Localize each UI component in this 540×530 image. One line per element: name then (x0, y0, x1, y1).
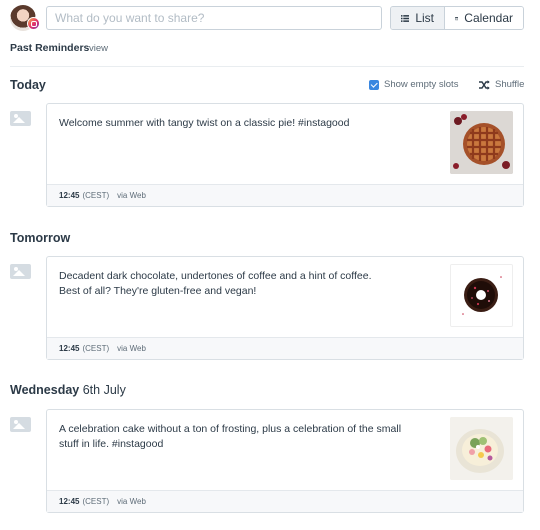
past-reminders-label: Past Reminders (10, 42, 90, 54)
post-text-line: Decadent dark chocolate, undertones of c… (59, 270, 372, 282)
past-reminders-view-link[interactable]: view (89, 43, 108, 54)
image-placeholder-icon (10, 111, 31, 126)
post-card[interactable]: Welcome summer with tangy twist on a cla… (46, 103, 524, 207)
celebration-cake-photo[interactable] (450, 417, 513, 480)
image-placeholder-icon (10, 264, 31, 279)
celebration-cake-image (450, 417, 513, 480)
post-card[interactable]: Decadent dark chocolate, undertones of c… (46, 256, 524, 360)
calendar-view-label: Calendar (464, 11, 513, 25)
post-time: 12:45 (59, 497, 80, 506)
post-timezone: (CEST) (82, 191, 110, 200)
post-time: 12:45 (59, 344, 80, 353)
post-text: Decadent dark chocolate, undertones of c… (59, 269, 429, 299)
post-text-line: A celebration cake without a ton of fros… (59, 423, 402, 435)
post-time: 12:45 (59, 191, 80, 200)
post-text-line: Welcome summer with tangy twist on a cla… (59, 117, 350, 129)
post-text-line: Best of all? They're gluten-free and veg… (59, 285, 257, 297)
post-text-line: stuff in life. #instagood (59, 438, 164, 450)
post-timezone: (CEST) (82, 344, 110, 353)
post-via: via Web (117, 191, 146, 200)
day-title-date: 6th July (82, 383, 126, 397)
post-via: via Web (117, 497, 146, 506)
instagram-icon (27, 17, 40, 30)
profile-avatar[interactable] (10, 5, 40, 31)
day-title-text: Tomorrow (10, 231, 71, 245)
divider (10, 66, 524, 67)
post-text: A celebration cake without a ton of fros… (59, 422, 429, 452)
post-footer: 12:45 (CEST) via Web (47, 490, 523, 512)
calendar-icon (455, 16, 459, 20)
day-title-wednesday: Wednesday 6th July (10, 383, 126, 397)
chocolate-donut-image (451, 265, 512, 326)
post-text: Welcome summer with tangy twist on a cla… (59, 116, 429, 131)
post-card[interactable]: A celebration cake without a ton of fros… (46, 409, 524, 513)
shuffle-icon (479, 79, 490, 90)
image-placeholder-icon (10, 417, 31, 432)
day-title-text: Wednesday (10, 383, 80, 397)
post-footer: 12:45 (CEST) via Web (47, 184, 523, 206)
day-title-today: Today (10, 78, 46, 92)
cherry-pie-image (450, 111, 513, 174)
list-icon (401, 14, 410, 22)
post-timezone: (CEST) (82, 497, 110, 506)
share-composer-input[interactable] (46, 6, 382, 30)
shuffle-label: Shuffle (495, 79, 525, 90)
show-empty-slots-toggle[interactable]: Show empty slots (369, 79, 458, 90)
day-title-tomorrow: Tomorrow (10, 231, 70, 245)
calendar-view-button[interactable]: Calendar (445, 7, 523, 29)
post-via: via Web (117, 344, 146, 353)
chocolate-donut-photo[interactable] (450, 264, 513, 327)
post-footer: 12:45 (CEST) via Web (47, 337, 523, 359)
view-toggle: List Calendar (390, 6, 524, 30)
list-view-label: List (415, 11, 434, 25)
shuffle-button[interactable]: Shuffle (479, 79, 524, 90)
list-view-button[interactable]: List (391, 7, 445, 29)
checkbox-checked-icon[interactable] (369, 79, 379, 90)
day-title-text: Today (10, 78, 46, 92)
show-empty-slots-label: Show empty slots (384, 79, 459, 90)
cherry-pie-photo[interactable] (450, 111, 513, 174)
